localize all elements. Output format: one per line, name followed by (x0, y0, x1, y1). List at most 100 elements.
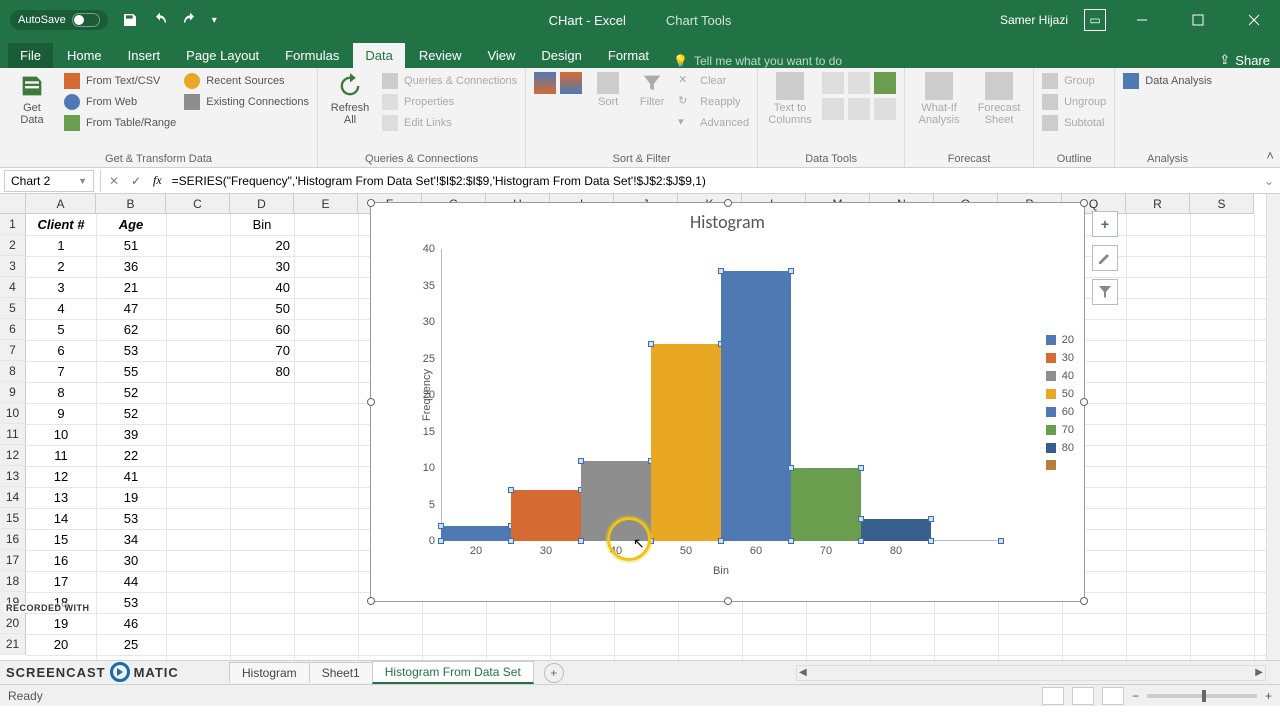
cell[interactable]: 5 (26, 319, 96, 340)
column-header[interactable]: C (166, 194, 230, 214)
from-table-range-button[interactable]: From Table/Range (64, 114, 176, 132)
tab-file[interactable]: File (8, 43, 53, 68)
cell[interactable]: 53 (96, 340, 166, 361)
cell[interactable]: 1 (26, 235, 96, 256)
series-point[interactable] (438, 523, 444, 529)
expand-formula-icon[interactable]: ⌄ (1258, 174, 1280, 188)
cell[interactable]: 50 (230, 298, 294, 319)
cell[interactable]: 40 (230, 277, 294, 298)
row-header[interactable]: 18 (0, 571, 26, 592)
legend-item[interactable]: 80 (1046, 442, 1074, 454)
plot-area[interactable]: Frequency Bin 05101520253035402030405060… (441, 249, 1001, 541)
cell[interactable]: 22 (96, 445, 166, 466)
data-val-icon[interactable] (874, 72, 896, 94)
series-point[interactable] (928, 538, 934, 544)
row-header[interactable]: 8 (0, 361, 26, 382)
series-point[interactable] (998, 538, 1004, 544)
series-point[interactable] (788, 268, 794, 274)
chart-bar[interactable] (721, 271, 791, 541)
column-header[interactable]: B (96, 194, 166, 214)
cell[interactable]: 30 (230, 256, 294, 277)
chart-bar[interactable] (791, 468, 861, 541)
row-header[interactable]: 17 (0, 550, 26, 571)
scroll-left-icon[interactable]: ◀ (799, 667, 807, 678)
legend-item[interactable]: 40 (1046, 370, 1074, 382)
x-axis-title[interactable]: Bin (713, 565, 729, 577)
resize-handle[interactable] (367, 597, 375, 605)
cell[interactable]: 52 (96, 403, 166, 424)
cell[interactable]: 51 (96, 235, 166, 256)
formula-input[interactable]: =SERIES("Frequency",'Histogram From Data… (168, 174, 1258, 188)
row-header[interactable]: 16 (0, 529, 26, 550)
series-point[interactable] (858, 465, 864, 471)
legend-item[interactable]: 50 (1046, 388, 1074, 400)
tab-data[interactable]: Data (353, 43, 404, 68)
cell[interactable]: 19 (96, 487, 166, 508)
cell[interactable]: 16 (26, 550, 96, 571)
row-header[interactable]: 1 (0, 214, 26, 235)
row-header[interactable]: 10 (0, 403, 26, 424)
cell[interactable]: 62 (96, 319, 166, 340)
tab-home[interactable]: Home (55, 43, 114, 68)
relationships-icon[interactable] (848, 98, 870, 120)
chart-legend[interactable]: 20304050607080 (1046, 334, 1074, 470)
get-data-button[interactable]: Get Data (8, 72, 56, 126)
chart-bar[interactable] (861, 519, 931, 541)
cell[interactable]: Age (96, 214, 166, 235)
row-header[interactable]: 7 (0, 340, 26, 361)
series-point[interactable] (788, 465, 794, 471)
from-text-csv-button[interactable]: From Text/CSV (64, 72, 176, 90)
chart-bar[interactable] (651, 344, 721, 541)
tab-insert[interactable]: Insert (116, 43, 173, 68)
column-header[interactable]: E (294, 194, 358, 214)
share-button[interactable]: ⇪ Share (1219, 52, 1270, 68)
cell[interactable]: 41 (96, 466, 166, 487)
resize-handle[interactable] (1080, 398, 1088, 406)
tell-me-search[interactable]: 💡 Tell me what you want to do (673, 54, 842, 68)
cell[interactable]: 14 (26, 508, 96, 529)
row-headers[interactable]: 123456789101112131415161718192021 (0, 214, 26, 655)
tab-page-layout[interactable]: Page Layout (174, 43, 271, 68)
consolidate-icon[interactable] (822, 98, 844, 120)
select-all-button[interactable] (0, 194, 26, 214)
cell[interactable]: 44 (96, 571, 166, 592)
user-name[interactable]: Samer Hijazi (1000, 13, 1068, 27)
row-header[interactable]: 9 (0, 382, 26, 403)
chart-styles-button[interactable] (1092, 245, 1118, 271)
cell[interactable]: 2 (26, 256, 96, 277)
cell[interactable]: 15 (26, 529, 96, 550)
row-header[interactable]: 5 (0, 298, 26, 319)
cell[interactable]: 60 (230, 319, 294, 340)
legend-item[interactable]: 70 (1046, 424, 1074, 436)
sort-az-icon[interactable] (534, 72, 556, 94)
forecast-sheet-button[interactable]: Forecast Sheet (973, 72, 1025, 126)
fx-icon[interactable]: fx (147, 173, 168, 188)
cell[interactable]: 70 (230, 340, 294, 361)
resize-handle[interactable] (724, 597, 732, 605)
series-point[interactable] (718, 538, 724, 544)
cell[interactable]: 53 (96, 508, 166, 529)
cell[interactable]: 21 (96, 277, 166, 298)
cell[interactable]: 20 (230, 235, 294, 256)
chart-filters-button[interactable] (1092, 279, 1118, 305)
cell[interactable]: 53 (96, 592, 166, 613)
row-header[interactable]: 20 (0, 613, 26, 634)
normal-view-button[interactable] (1042, 687, 1064, 705)
cell[interactable]: 17 (26, 571, 96, 592)
vertical-scrollbar[interactable] (1266, 194, 1280, 660)
data-analysis-button[interactable]: Data Analysis (1123, 72, 1212, 90)
refresh-all-button[interactable]: Refresh All (326, 72, 374, 126)
series-point[interactable] (858, 516, 864, 522)
series-point[interactable] (438, 538, 444, 544)
chart-bar[interactable] (441, 526, 511, 541)
worksheet-grid[interactable]: ABCDEFGHIJKLMNOPQRS 12345678910111213141… (0, 194, 1280, 660)
chart-elements-button[interactable]: + (1092, 211, 1118, 237)
maximize-button[interactable] (1178, 0, 1218, 40)
column-header[interactable]: S (1190, 194, 1254, 214)
row-header[interactable]: 21 (0, 634, 26, 655)
cell[interactable]: 36 (96, 256, 166, 277)
zoom-in-button[interactable]: + (1265, 689, 1272, 703)
tab-formulas[interactable]: Formulas (273, 43, 351, 68)
resize-handle[interactable] (1080, 597, 1088, 605)
row-header[interactable]: 15 (0, 508, 26, 529)
